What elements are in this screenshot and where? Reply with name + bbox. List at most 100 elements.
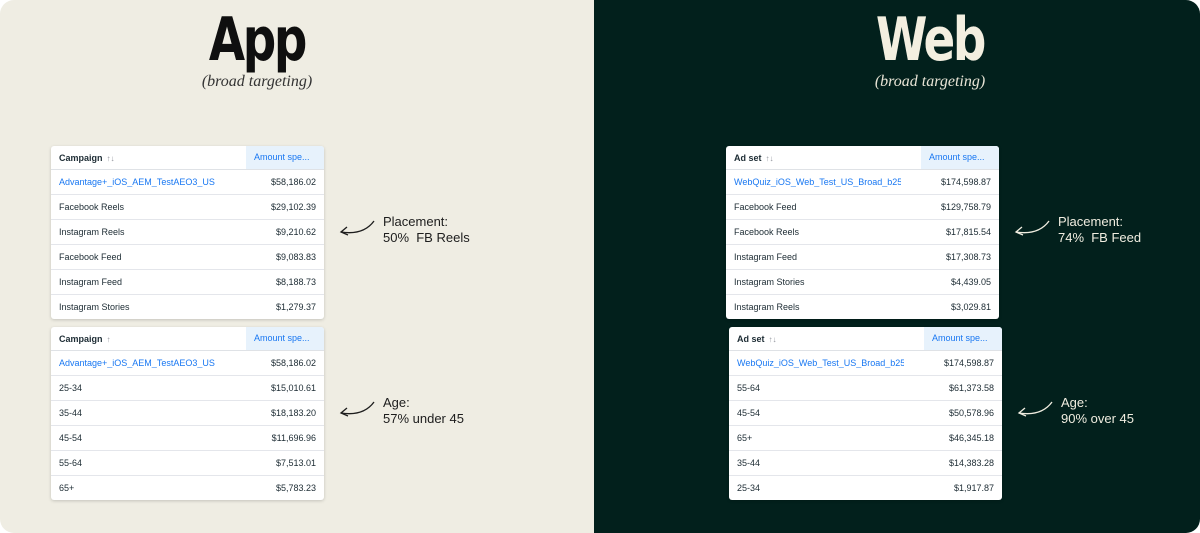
row-name[interactable]: Advantage+_iOS_AEM_TestAEO3_US [51,358,226,368]
column-header-ad-set[interactable]: Ad set ↑↓ [729,334,924,344]
table-row[interactable]: 45-54 $50,578.96 [729,401,1002,426]
app-placement-table: Campaign ↑↓ Amount spe... Advantage+_iOS_… [51,146,324,319]
row-name: Instagram Stories [734,277,805,287]
row-name: Facebook Feed [59,252,122,262]
table-row[interactable]: 65+ $5,783.23 [51,476,324,500]
row-name: Instagram Feed [734,252,798,262]
table-row[interactable]: 55-64 $61,373.58 [729,376,1002,401]
table-row[interactable]: Instagram Reels $9,210.62 [51,220,324,245]
row-value: $1,917.87 [953,483,994,493]
sort-icon[interactable]: ↑↓ [107,154,115,163]
annotation-heading: Age: [1061,395,1088,410]
table-row[interactable]: 35-44 $14,383.28 [729,451,1002,476]
app-subtitle: (broad targeting) [201,73,313,90]
row-value: $58,186.02 [270,177,316,187]
row-name[interactable]: WebQuiz_iOS_Web_Test_US_Broad_b25+_... [726,177,901,187]
row-value: $7,513.01 [275,458,316,468]
table-row[interactable]: 35-44 $18,183.20 [51,401,324,426]
table-header: Ad set ↑↓ Amount spe... [726,146,999,170]
curved-arrow-icon [1014,220,1050,236]
row-value: $46,345.18 [948,433,994,443]
column-header-amount-spent[interactable]: Amount spe... [246,146,324,169]
row-name: 65+ [59,483,75,493]
curved-arrow-icon [339,220,375,236]
row-name: 55-64 [59,458,83,468]
row-name: 45-54 [737,408,761,418]
column-header-ad-set[interactable]: Ad set ↑↓ [726,153,921,163]
table-row[interactable]: 45-54 $11,696.96 [51,426,324,451]
annotation-value: 90% over 45 [1061,411,1134,426]
column-header-amount-spent[interactable]: Amount spe... [921,146,999,169]
row-value: $17,308.73 [945,252,991,262]
row-name: Instagram Reels [734,302,800,312]
row-value: $5,783.23 [275,483,316,493]
table-row[interactable]: Facebook Reels $29,102.39 [51,195,324,220]
column-header-label: Ad set [737,333,765,344]
row-name: 25-34 [59,383,83,393]
table-row[interactable]: Facebook Feed $9,083.83 [51,245,324,270]
row-value: $3,029.81 [950,302,991,312]
web-age-table: Ad set ↑↓ Amount spe... WebQuiz_iOS_Web_T… [729,327,1002,500]
column-header-campaign[interactable]: Campaign ↑↓ [51,153,246,163]
table-row[interactable]: Facebook Feed $129,758.79 [726,195,999,220]
comparison-canvas: App (broad targeting) Web (broad targeti… [0,0,1200,533]
web-placement-annotation: Placement: 74% FB Feed [1058,214,1141,246]
row-value: $61,373.58 [948,383,994,393]
web-subtitle: (broad targeting) [874,73,986,90]
annotation-heading: Placement: [1058,214,1124,229]
row-name: 55-64 [737,383,761,393]
row-value: $58,186.02 [270,358,316,368]
table-row[interactable]: Instagram Stories $4,439.05 [726,270,999,295]
row-name: Facebook Feed [734,202,797,212]
table-row[interactable]: 25-34 $15,010.61 [51,376,324,401]
annotation-value: 50% FB Reels [383,230,470,245]
annotation-heading: Age: [383,395,410,410]
row-value: $18,183.20 [270,408,316,418]
row-name[interactable]: Advantage+_iOS_AEM_TestAEO3_US [51,177,226,187]
row-value: $9,210.62 [275,227,316,237]
column-header-campaign[interactable]: Campaign ↑ [51,334,246,344]
table-row[interactable]: Advantage+_iOS_AEM_TestAEO3_US $58,186.02 [51,351,324,376]
row-value: $4,439.05 [950,277,991,287]
table-row[interactable]: 65+ $46,345.18 [729,426,1002,451]
table-header: Ad set ↑↓ Amount spe... [729,327,1002,351]
web-age-annotation: Age: 90% over 45 [1061,395,1134,427]
sort-icon[interactable]: ↑↓ [766,154,774,163]
web-placement-table: Ad set ↑↓ Amount spe... WebQuiz_iOS_Web_T… [726,146,999,319]
annotation-heading: Placement: [383,214,449,229]
row-name: 35-44 [59,408,83,418]
row-name: 45-54 [59,433,83,443]
row-value: $17,815.54 [945,227,991,237]
row-name: Instagram Stories [59,302,130,312]
app-placement-annotation: Placement: 50% FB Reels [383,214,470,246]
table-row[interactable]: WebQuiz_iOS_Web_Test_US_Broad_b25+_... $1… [729,351,1002,376]
app-title: App [208,5,308,75]
table-row[interactable]: Facebook Reels $17,815.54 [726,220,999,245]
table-row[interactable]: WebQuiz_iOS_Web_Test_US_Broad_b25+_... $1… [726,170,999,195]
column-header-amount-spent[interactable]: Amount spe... [246,327,324,350]
row-name: Facebook Reels [59,202,125,212]
row-name: Instagram Reels [59,227,125,237]
row-value: $50,578.96 [948,408,994,418]
row-name[interactable]: WebQuiz_iOS_Web_Test_US_Broad_b25+_... [729,358,904,368]
sort-icon[interactable]: ↑↓ [769,335,777,344]
column-header-amount-spent[interactable]: Amount spe... [924,327,1002,350]
sort-icon[interactable]: ↑ [107,335,111,344]
row-name: 35-44 [737,458,761,468]
column-header-label: Campaign [59,152,103,163]
curved-arrow-icon [1017,401,1053,417]
table-header: Campaign ↑↓ Amount spe... [51,146,324,170]
table-row[interactable]: 25-34 $1,917.87 [729,476,1002,500]
row-value: $11,696.96 [271,433,316,443]
column-header-label: Ad set [734,152,762,163]
row-value: $129,758.79 [940,202,991,212]
table-row[interactable]: Instagram Feed $8,188.73 [51,270,324,295]
table-row[interactable]: Instagram Reels $3,029.81 [726,295,999,319]
row-name: 65+ [737,433,753,443]
table-row[interactable]: 55-64 $7,513.01 [51,451,324,476]
table-header: Campaign ↑ Amount spe... [51,327,324,351]
table-row[interactable]: Advantage+_iOS_AEM_TestAEO3_US $58,186.02 [51,170,324,195]
table-row[interactable]: Instagram Stories $1,279.37 [51,295,324,319]
annotation-value: 74% FB Feed [1058,230,1142,245]
table-row[interactable]: Instagram Feed $17,308.73 [726,245,999,270]
